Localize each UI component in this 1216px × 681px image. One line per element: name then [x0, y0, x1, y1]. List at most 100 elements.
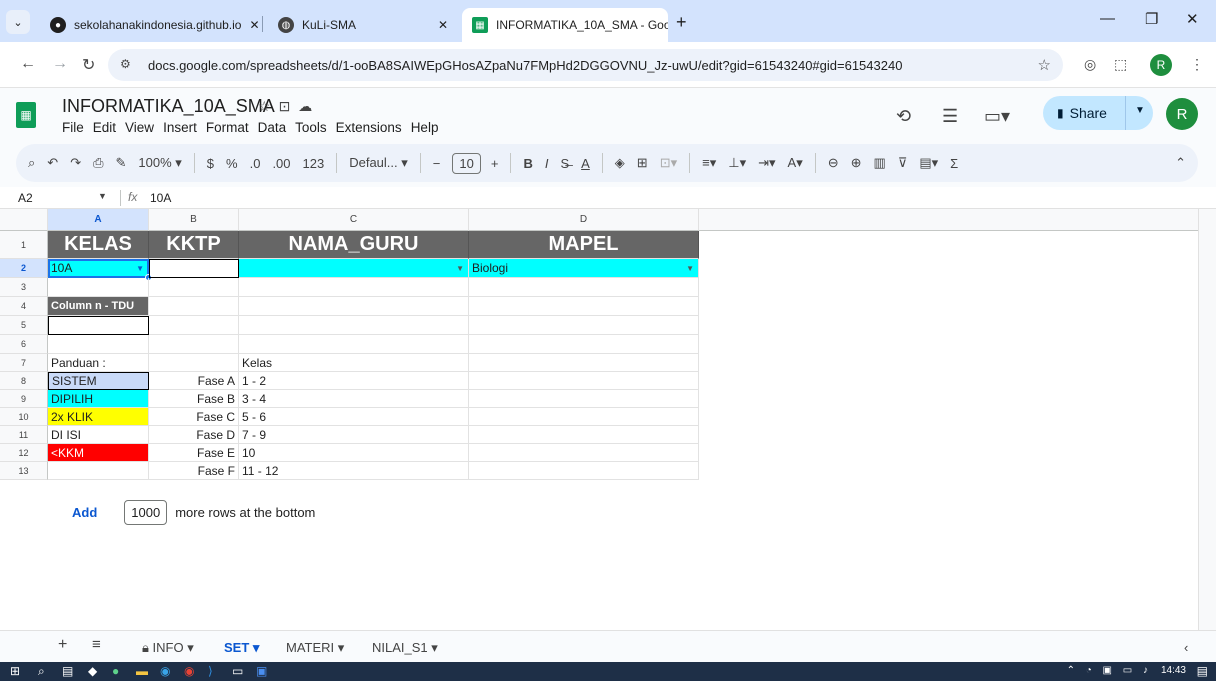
row-header[interactable]: 2 [0, 259, 48, 278]
dropdown-arrow-icon[interactable]: ▼ [456, 264, 464, 273]
extension-globe-icon[interactable]: ◎ [1084, 56, 1096, 73]
menu-extensions[interactable]: Extensions [336, 120, 402, 135]
column-header-b[interactable]: B [149, 209, 239, 231]
cell-a4-column-n-tdu[interactable]: Column n - TDU [48, 297, 149, 316]
share-button[interactable]: ▮ Share ▼ [1043, 96, 1153, 130]
cell-b7[interactable] [149, 354, 239, 372]
redo-icon[interactable]: ↷ [70, 155, 81, 171]
cell-d2-mapel-dropdown[interactable]: Biologi ▼ [469, 259, 699, 278]
fase-cell[interactable]: Fase B [149, 390, 239, 408]
insert-link-icon[interactable]: ⊖ [828, 155, 839, 171]
row-header[interactable]: 13 [0, 462, 48, 480]
tab-search-chevron-icon[interactable]: ⌄ [6, 10, 30, 34]
cell-c2-guru-dropdown[interactable]: ▼ [239, 259, 469, 278]
row-header[interactable]: 12 [0, 444, 48, 462]
dropdown-arrow-icon[interactable]: ▼ [136, 264, 144, 273]
new-tab-button[interactable]: + [676, 12, 687, 33]
header-cell-mapel[interactable]: MAPEL [469, 231, 699, 259]
site-info-icon[interactable]: ⚙ [120, 57, 131, 71]
cell-a13[interactable] [48, 462, 149, 480]
row-header[interactable]: 7 [0, 354, 48, 372]
fase-kelas-cell[interactable]: 11 - 12 [239, 462, 469, 480]
cell-c6[interactable] [239, 335, 469, 354]
print-icon[interactable]: ⎙ [93, 155, 103, 171]
vertical-align-icon[interactable]: ⊥▾ [728, 155, 746, 171]
browser-tab-kuli-sma[interactable]: ◍ KuLi-SMA ✕ [268, 8, 458, 42]
decrease-decimal-button[interactable]: .0 [250, 156, 261, 171]
cell-a3[interactable] [48, 278, 149, 297]
cell-b5[interactable] [149, 316, 239, 335]
add-rows-button[interactable]: Add [72, 505, 97, 520]
document-title[interactable]: INFORMATIKA_10A_SMA [62, 96, 275, 117]
menu-format[interactable]: Format [206, 120, 249, 135]
cell-d5[interactable] [469, 316, 699, 335]
text-wrapping-icon[interactable]: ⇥▾ [758, 155, 775, 171]
dropdown-arrow-icon[interactable]: ▼ [686, 264, 694, 273]
menu-view[interactable]: View [125, 120, 154, 135]
header-cell-kelas[interactable]: KELAS [48, 231, 149, 259]
menu-tools[interactable]: Tools [295, 120, 327, 135]
sheet-tab-nilai-s1[interactable]: NILAI_S1 ▾ [372, 640, 438, 656]
fase-kelas-cell[interactable]: 1 - 2 [239, 372, 469, 390]
window-close-icon[interactable]: ✕ [1186, 10, 1199, 28]
header-cell-kktp[interactable]: KKTP [149, 231, 239, 259]
cell-a6[interactable] [48, 335, 149, 354]
fase-cell[interactable]: Fase F [149, 462, 239, 480]
borders-icon[interactable]: ⊞ [637, 155, 648, 171]
sheet-tab-materi[interactable]: MATERI ▾ [286, 640, 344, 656]
format-percent-button[interactable]: % [226, 156, 238, 171]
font-select[interactable]: Defaul... ▾ [349, 155, 408, 171]
row-header[interactable]: 3 [0, 278, 48, 297]
format-currency-button[interactable]: $ [207, 156, 214, 171]
menu-insert[interactable]: Insert [163, 120, 197, 135]
cell-d9[interactable] [469, 390, 699, 408]
word-icon[interactable]: ▣ [256, 664, 267, 678]
scroll-tabs-left-icon[interactable]: ‹ [1184, 640, 1188, 655]
column-header-a[interactable]: A [48, 209, 149, 231]
merge-cells-icon[interactable]: ⊡▾ [660, 155, 677, 171]
functions-icon[interactable]: Σ [950, 156, 958, 171]
row-header[interactable]: 5 [0, 316, 48, 335]
cell-d10[interactable] [469, 408, 699, 426]
clock[interactable]: 14:43 [1161, 665, 1186, 676]
menu-data[interactable]: Data [258, 120, 287, 135]
cell-b3[interactable] [149, 278, 239, 297]
increase-decimal-button[interactable]: .00 [272, 156, 290, 171]
cell-b4[interactable] [149, 297, 239, 316]
filter-views-icon[interactable]: ▤▾ [919, 155, 938, 171]
star-icon[interactable]: ☆ [258, 98, 279, 114]
close-tab-icon[interactable]: ✕ [241, 18, 259, 32]
terminal-icon[interactable]: ▭ [232, 664, 243, 678]
sheet-tab-set[interactable]: SET ▾ [224, 640, 259, 656]
browser-menu-icon[interactable]: ⋮ [1190, 56, 1204, 73]
bold-icon[interactable]: B [523, 156, 532, 171]
legend-cell-di-isi[interactable]: DI ISI [48, 426, 149, 444]
row-header[interactable]: 4 [0, 297, 48, 316]
column-header-c[interactable]: C [239, 209, 469, 231]
fase-cell[interactable]: Fase E [149, 444, 239, 462]
cell-c4[interactable] [239, 297, 469, 316]
more-formats-button[interactable]: 123 [303, 156, 325, 171]
cell-b2[interactable] [149, 259, 239, 278]
url-text[interactable]: docs.google.com/spreadsheets/d/1-ooBA8SA… [148, 58, 902, 73]
version-history-icon[interactable]: ⟲ [896, 106, 911, 127]
vscode-icon[interactable]: ⟩ [208, 664, 213, 678]
row-header[interactable]: 11 [0, 426, 48, 444]
row-header[interactable]: 1 [0, 231, 48, 259]
row-header[interactable]: 8 [0, 372, 48, 390]
all-sheets-button[interactable]: ≡ [92, 636, 101, 653]
add-sheet-button[interactable]: + [58, 636, 67, 654]
select-all-corner[interactable] [0, 209, 48, 231]
reload-icon[interactable]: ↻ [82, 55, 95, 75]
row-header[interactable]: 10 [0, 408, 48, 426]
sheet-tab-info[interactable]: 🔒︎ INFO ▾ [142, 640, 194, 656]
cell-d4[interactable] [469, 297, 699, 316]
horizontal-align-icon[interactable]: ≡▾ [702, 155, 716, 171]
cloud-status-icon[interactable]: ☁ [298, 98, 320, 114]
edge-browser-icon[interactable]: ◉ [160, 664, 170, 678]
chrome-browser-icon[interactable]: ◉ [184, 664, 194, 678]
italic-icon[interactable]: I [545, 156, 549, 171]
cell-b6[interactable] [149, 335, 239, 354]
decrease-font-size-icon[interactable]: − [433, 156, 441, 171]
menu-edit[interactable]: Edit [93, 120, 116, 135]
